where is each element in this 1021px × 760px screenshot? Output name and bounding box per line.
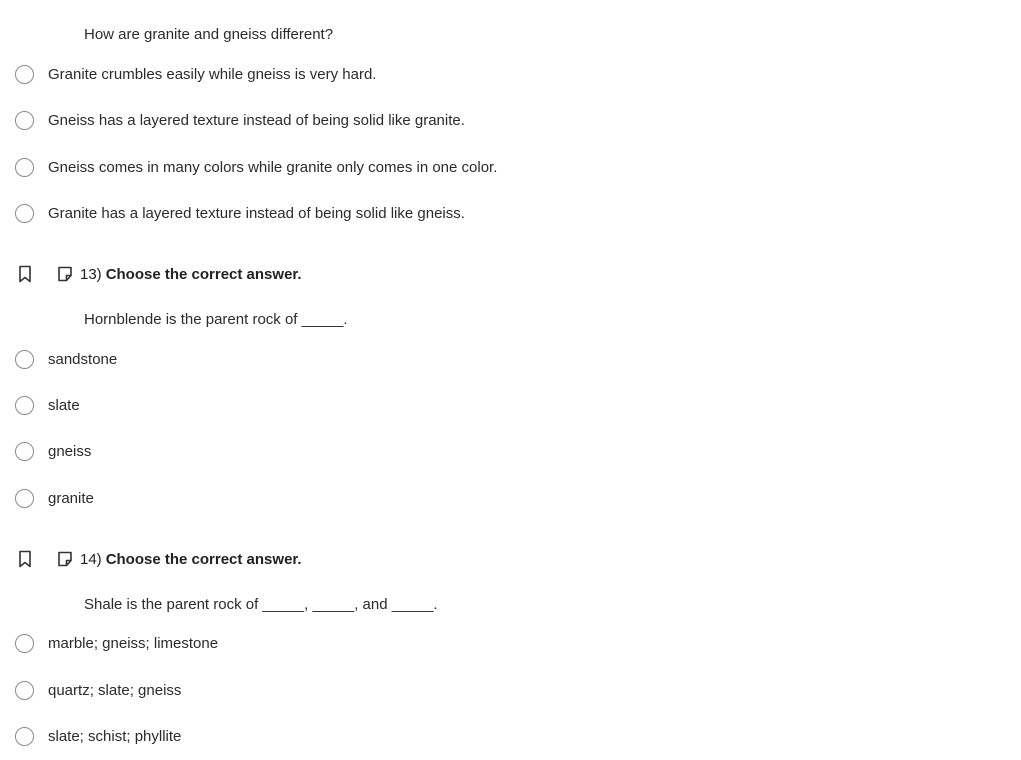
answer-option[interactable]: Gneiss comes in many colors while granit…	[12, 154, 497, 180]
answer-option-label: Gneiss has a layered texture instead of …	[48, 111, 465, 129]
answer-option[interactable]: quartz; slate; gneiss	[12, 677, 181, 703]
radio-button[interactable]	[15, 203, 34, 223]
question-prompt: Choose the correct answer.	[105, 265, 302, 283]
radio-button[interactable]	[15, 488, 34, 508]
answer-option[interactable]: marble; gneiss; limestone	[12, 630, 218, 656]
question-number: 14)	[80, 550, 102, 568]
question-12-stem: How are granite and gneiss different?	[84, 26, 334, 43]
answer-option[interactable]: slate	[12, 392, 80, 418]
answer-option[interactable]: granite	[12, 485, 94, 511]
answer-option[interactable]: slate; schist; phyllite	[12, 723, 181, 749]
question-14-stem: Shale is the parent rock of _____, _____…	[84, 596, 438, 613]
answer-option-label: Granite has a layered texture instead of…	[48, 204, 465, 222]
answer-option-label: marble; gneiss; limestone	[48, 634, 219, 652]
answer-option-label: sandstone	[48, 350, 118, 368]
answer-option-label: Granite crumbles easily while gneiss is …	[48, 65, 377, 83]
question-number: 13)	[80, 265, 102, 283]
question-13-header: 13) Choose the correct answer.	[14, 262, 302, 286]
radio-button[interactable]	[15, 157, 34, 177]
answer-option-label: slate; schist; phyllite	[48, 727, 182, 745]
question-14-header: 14) Choose the correct answer.	[14, 547, 302, 571]
bookmark-icon[interactable]	[14, 263, 36, 285]
question-13-stem: Hornblende is the parent rock of _____.	[84, 311, 348, 328]
answer-option[interactable]: gneiss	[12, 438, 91, 464]
radio-button[interactable]	[15, 441, 34, 461]
answer-option-label: granite	[48, 489, 94, 507]
radio-button[interactable]	[15, 64, 34, 84]
radio-button[interactable]	[15, 680, 34, 700]
answer-option-label: gneiss	[48, 442, 92, 460]
answer-option[interactable]: sandstone	[12, 346, 117, 372]
radio-button[interactable]	[15, 395, 34, 415]
answer-option[interactable]: Granite crumbles easily while gneiss is …	[12, 61, 376, 87]
answer-option-label: quartz; slate; gneiss	[48, 681, 182, 699]
question-prompt: Choose the correct answer.	[105, 550, 302, 568]
answer-option[interactable]: Granite has a layered texture instead of…	[12, 200, 465, 226]
note-icon[interactable]	[54, 263, 76, 285]
radio-button[interactable]	[15, 349, 34, 369]
answer-option-label: Gneiss comes in many colors while granit…	[48, 158, 498, 176]
radio-button[interactable]	[15, 633, 34, 653]
radio-button[interactable]	[15, 110, 34, 130]
bookmark-icon[interactable]	[14, 548, 36, 570]
radio-button[interactable]	[15, 726, 34, 746]
answer-option-label: slate	[48, 396, 80, 414]
note-icon[interactable]	[54, 548, 76, 570]
answer-option[interactable]: Gneiss has a layered texture instead of …	[12, 107, 465, 133]
